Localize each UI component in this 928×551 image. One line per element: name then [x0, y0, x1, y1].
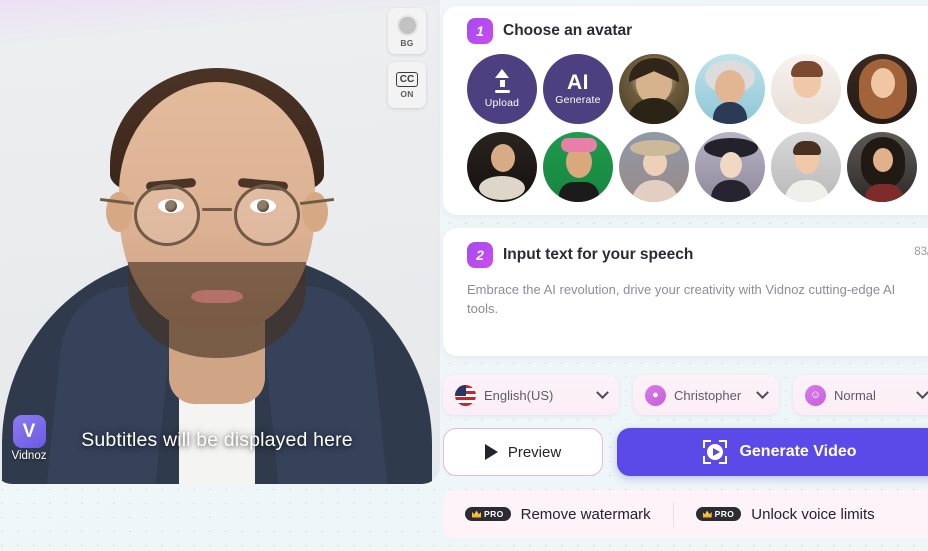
avatar-option-cartoon-man-white-shirt[interactable] — [771, 132, 841, 202]
input-text-card[interactable]: 2 Input text for your speech 83/30 Embra… — [443, 228, 928, 356]
avatar-option-cartoon-long-hair-woman[interactable] — [847, 54, 917, 124]
unlock-voice-limits-label: Unlock voice limits — [751, 505, 875, 523]
avatar-option-shakespeare[interactable] — [467, 132, 537, 202]
voice-value: Christopher — [674, 387, 742, 403]
avatar-option-victorian-lady-hat[interactable] — [695, 132, 765, 202]
text-step-header: 2 Input text for your speech — [467, 242, 928, 268]
video-overlay-controls: BG CC ON — [388, 8, 426, 108]
style-value: Normal — [834, 387, 876, 403]
us-flag-icon — [455, 384, 476, 406]
video-preview-panel[interactable]: BG CC ON V Vidnoz Subtitles will be disp… — [0, 0, 440, 484]
avatar-option-cartoon-young-man[interactable] — [771, 54, 841, 124]
vidnoz-ai-video-generator: BG CC ON V Vidnoz Subtitles will be disp… — [0, 0, 928, 551]
person-icon: ● — [645, 384, 666, 406]
caption-toggle-button[interactable]: CC ON — [388, 62, 426, 108]
caption-toggle-label: ON — [400, 88, 414, 99]
play-icon — [484, 444, 498, 460]
avatar-option-mona-lisa[interactable] — [619, 54, 689, 124]
avatar-portrait-image — [0, 0, 440, 484]
speech-text-input[interactable]: Embrace the AI revolution, drive your cr… — [467, 280, 899, 318]
preview-button[interactable]: Preview — [443, 428, 603, 476]
step-number-badge: 1 — [467, 18, 493, 44]
avatar-option-rococo-lady[interactable] — [619, 132, 689, 202]
pro-features-row: PRO Remove watermark PRO Unlock voice li… — [443, 490, 928, 538]
pro-badge-label: PRO — [714, 509, 735, 519]
language-dropdown[interactable]: English(US) — [443, 375, 619, 415]
pro-badge: PRO — [465, 507, 511, 521]
smiley-icon: ☺ — [805, 384, 826, 406]
ai-label: AI — [567, 70, 589, 94]
background-toggle-label: BG — [400, 37, 414, 48]
avatar-step-header: 1 Choose an avatar — [467, 18, 928, 44]
upload-icon — [495, 69, 509, 79]
step-number-badge: 2 — [467, 242, 493, 268]
background-circle-icon — [396, 14, 418, 36]
character-counter: 83/30 — [914, 246, 928, 258]
avatar-step-title: Choose an avatar — [503, 22, 633, 39]
remove-watermark-button[interactable]: PRO Remove watermark — [443, 501, 673, 527]
crown-icon — [702, 510, 712, 518]
chevron-down-icon — [916, 385, 928, 399]
video-capture-icon — [703, 440, 728, 464]
closed-caption-icon: CC — [395, 71, 419, 87]
unlock-voice-limits-button[interactable]: PRO Unlock voice limits — [672, 501, 897, 527]
avatar-option-frida-kahlo[interactable] — [543, 132, 613, 202]
preview-button-label: Preview — [507, 443, 562, 461]
chevron-down-icon — [596, 385, 609, 399]
upload-label: Upload — [484, 96, 520, 109]
action-buttons-row: Preview Generate Video — [443, 428, 928, 476]
voice-dropdown[interactable]: ● Christopher — [633, 375, 779, 415]
pro-badge-label: PRO — [484, 509, 504, 519]
control-column: 1 Choose an avatar Upload AI Generate 2 … — [443, 0, 928, 551]
avatar-option-einstein[interactable] — [695, 54, 765, 124]
ai-generate-avatar-button[interactable]: AI Generate — [543, 54, 613, 124]
avatar-grid: Upload AI Generate — [467, 54, 928, 202]
choose-avatar-card: 1 Choose an avatar Upload AI Generate — [443, 6, 928, 215]
pro-badge: PRO — [695, 507, 742, 521]
remove-watermark-label: Remove watermark — [520, 505, 651, 523]
crown-icon — [472, 510, 481, 518]
language-value: English(US) — [484, 387, 554, 403]
chevron-down-icon — [756, 385, 769, 399]
avatar-option-warrior-woman[interactable] — [847, 132, 917, 202]
background-toggle-button[interactable]: BG — [388, 8, 426, 54]
subtitle-overlay-text: Subtitles will be displayed here — [81, 429, 353, 451]
voice-settings-row: English(US) ● Christopher ☺ Normal — [443, 375, 928, 415]
style-dropdown[interactable]: ☺ Normal — [793, 375, 928, 415]
text-step-title: Input text for your speech — [503, 246, 694, 263]
generate-video-button[interactable]: Generate Video — [617, 428, 928, 476]
generate-label: Generate — [555, 93, 601, 106]
generate-button-label: Generate Video — [739, 443, 857, 460]
upload-avatar-button[interactable]: Upload — [467, 54, 537, 124]
